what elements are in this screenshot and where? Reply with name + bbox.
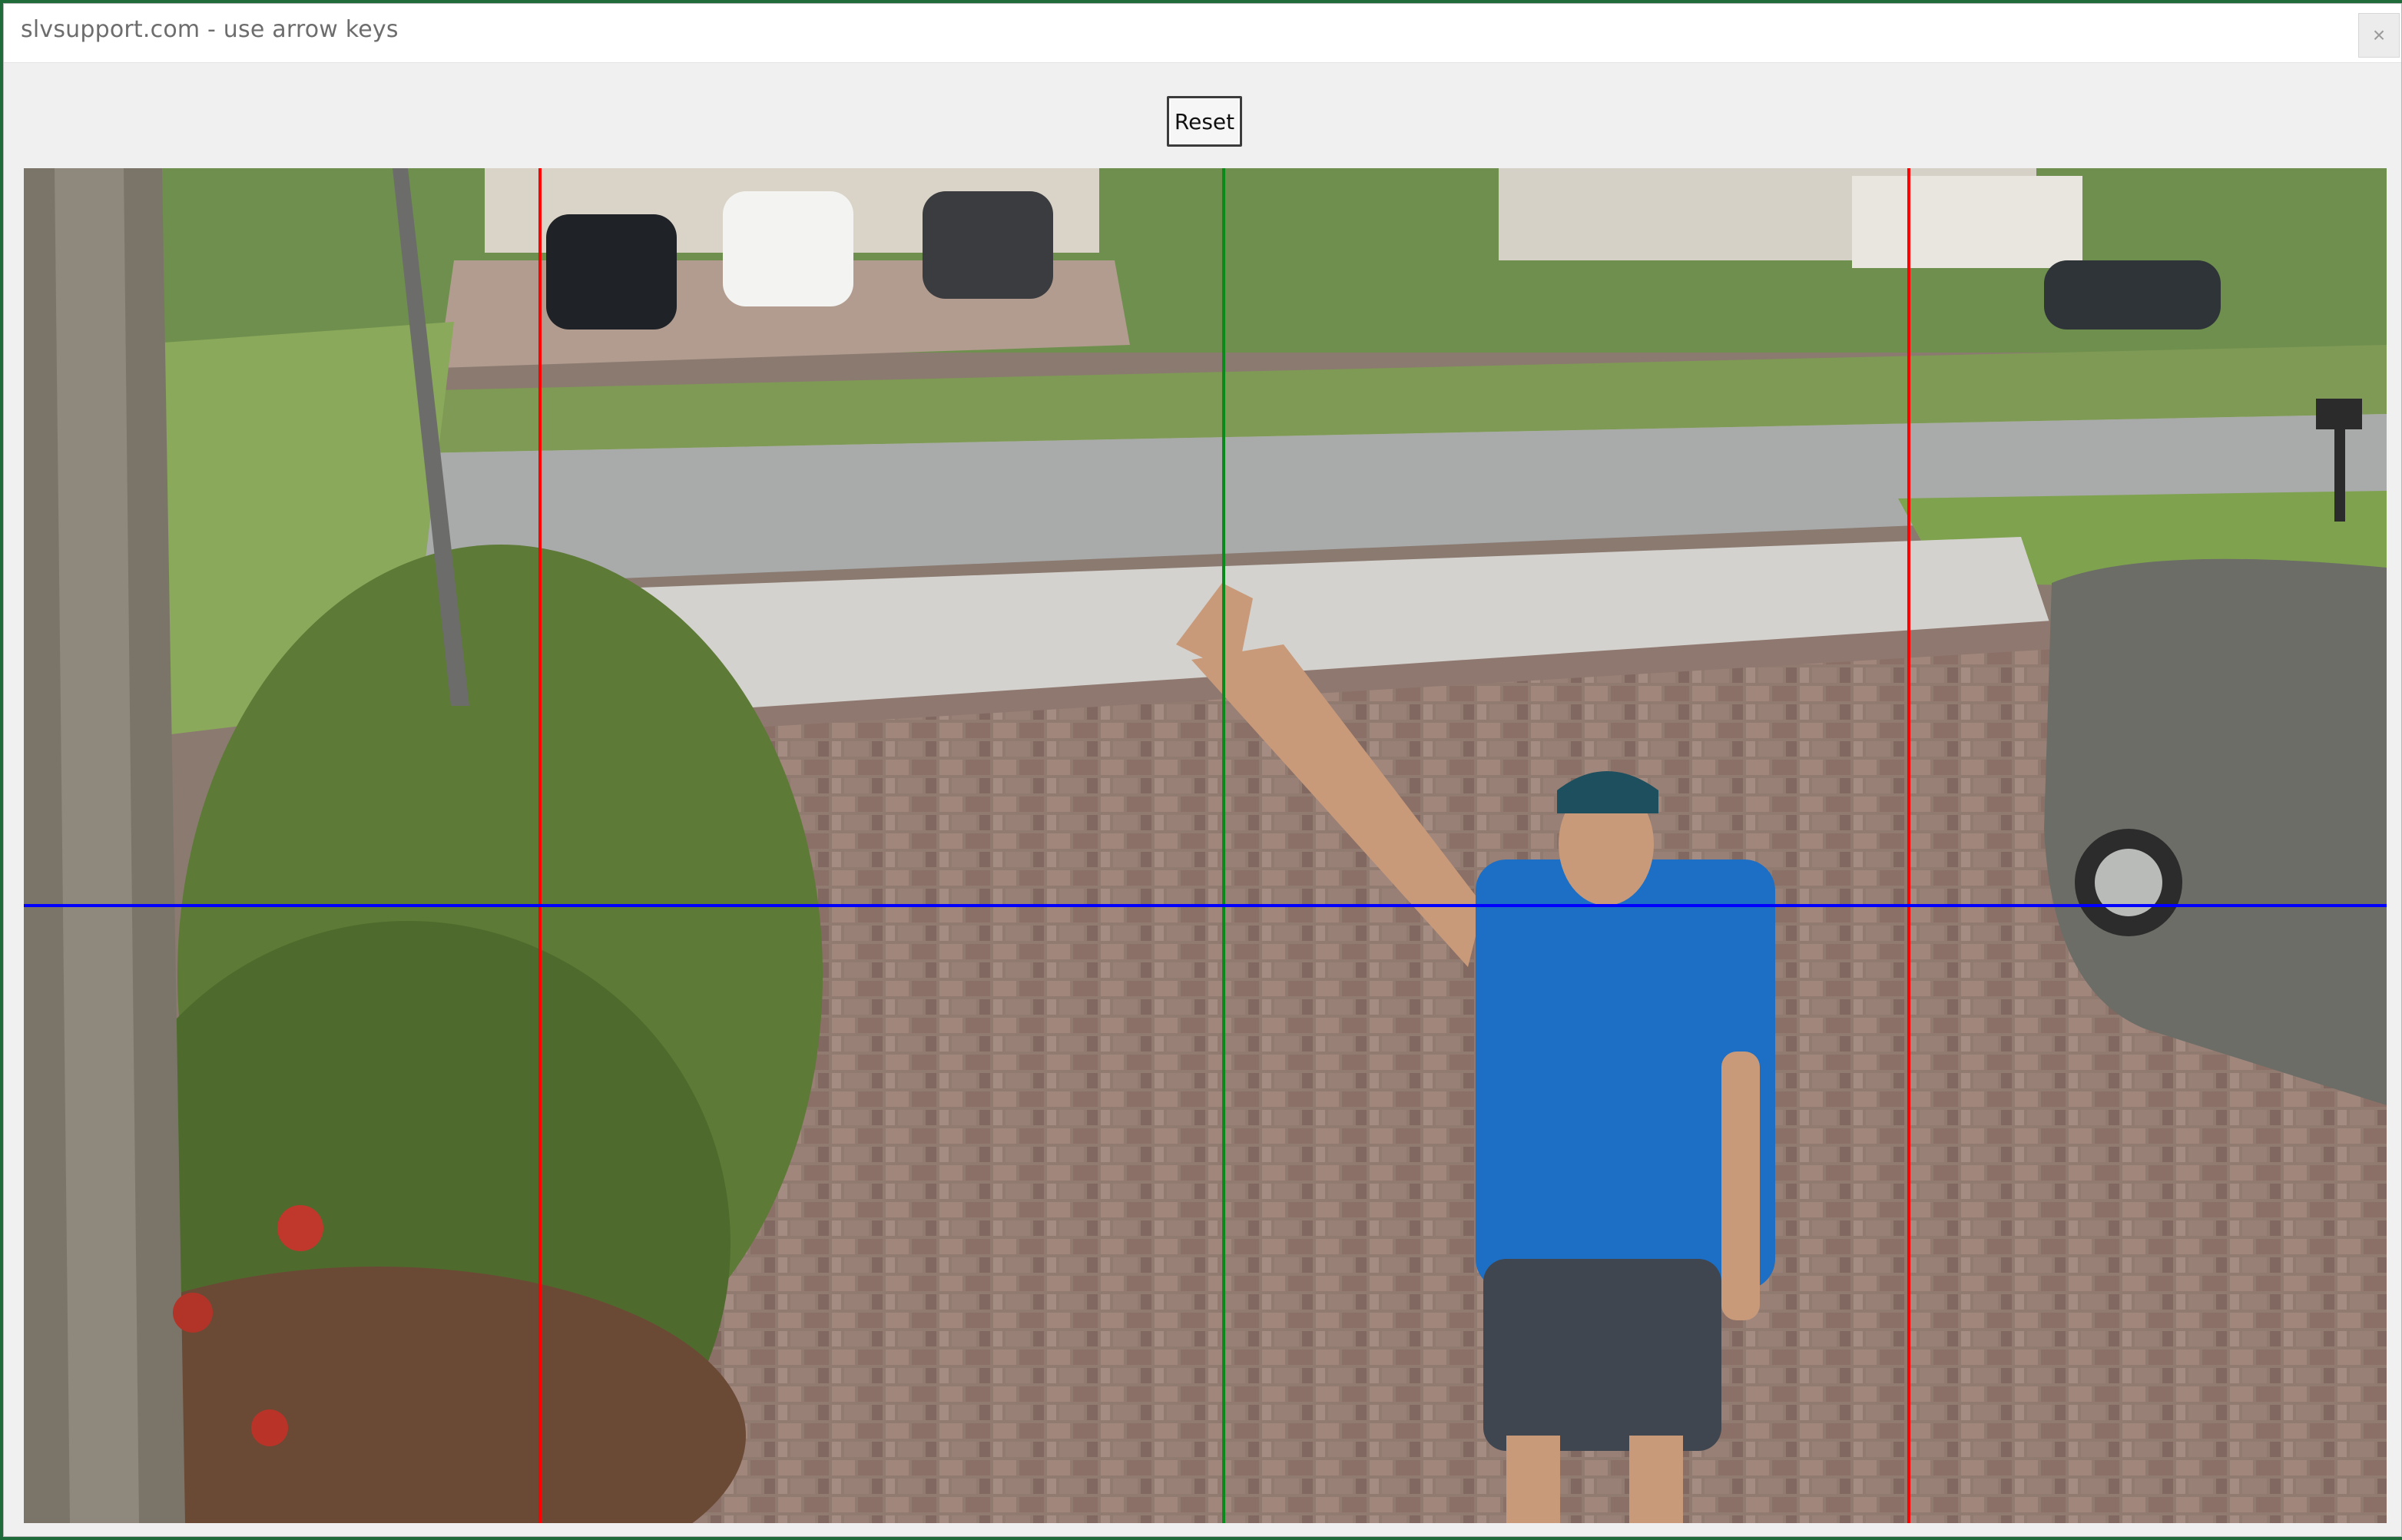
camera-scene [24,168,2387,1523]
horizontal-blue-guide-line[interactable] [24,904,2387,907]
window-title: slvsupport.com - use arrow keys [21,16,399,43]
reset-button[interactable]: Reset [1167,96,1242,147]
close-icon: × [2372,23,2386,47]
parked-car-black [546,214,677,330]
app-window: slvsupport.com - use arrow keys × Reset [3,3,2402,1537]
close-button[interactable]: × [2358,13,2400,58]
center-green-guide-line[interactable] [1222,168,1225,1523]
title-bar: slvsupport.com - use arrow keys × [4,4,2401,63]
right-red-guide-line[interactable] [1907,168,1910,1523]
parked-car-white [723,191,853,306]
camera-view[interactable] [24,168,2387,1523]
left-red-guide-line[interactable] [538,168,542,1523]
parked-car-dark [923,191,1053,299]
mailbox [2316,399,2362,429]
